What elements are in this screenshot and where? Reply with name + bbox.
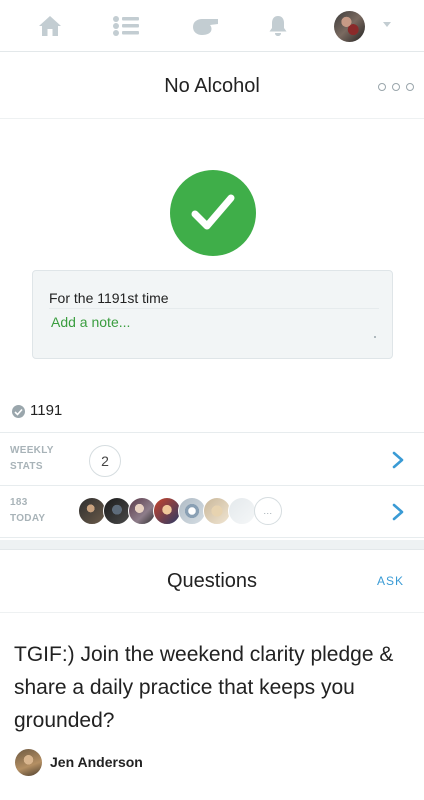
chevron-right-icon[interactable] [392,451,404,469]
weekly-stats-row[interactable]: WEEKLY STATS 2 [0,434,424,486]
note-card: For the 1191st time Add a note... [32,270,393,359]
avatar[interactable] [153,497,181,525]
chevron-right-icon[interactable] [392,503,404,521]
bell-icon[interactable] [264,13,292,39]
checkin-button[interactable] [170,170,256,256]
note-input[interactable]: Add a note... [51,314,130,330]
divider [49,308,379,309]
page-title: No Alcohol [164,75,260,97]
weekly-stats-count: 2 [89,445,121,477]
checkmark-icon [191,194,235,230]
checkin-total-row: 1191 [0,399,424,433]
question-text[interactable]: TGIF:) Join the weekend clarity pledge &… [14,638,414,737]
weekly-stats-label: WEEKLY STATS [10,445,54,472]
checkin-total: 1191 [30,402,63,419]
questions-title: Questions [166,570,258,592]
section-divider [0,540,424,550]
today-row[interactable]: 183 TODAY ... [0,486,424,538]
chevron-down-icon[interactable] [383,22,391,27]
today-label: 183 TODAY [10,497,46,524]
avatar[interactable] [203,497,231,525]
more-options-icon[interactable] [378,83,414,91]
more-avatars-button[interactable]: ... [254,497,282,525]
ask-button[interactable]: ASK [377,574,404,588]
user-avatar[interactable] [334,11,365,42]
avatar[interactable] [78,497,106,525]
top-nav [0,0,424,52]
resize-handle-icon[interactable] [374,336,376,338]
checkin-count-text: For the 1191st time [49,290,169,306]
avatar[interactable] [178,497,206,525]
list-icon[interactable] [112,13,140,39]
avatar[interactable] [228,497,256,525]
small-check-icon [12,405,25,418]
question-author[interactable]: Jen Anderson [50,754,143,770]
title-bar: No Alcohol [0,53,424,119]
avatar[interactable] [128,497,156,525]
whistle-icon[interactable] [191,13,219,39]
avatar[interactable] [103,497,131,525]
home-icon[interactable] [36,13,64,39]
author-avatar[interactable] [15,749,42,776]
questions-header: Questions ASK [0,551,424,613]
